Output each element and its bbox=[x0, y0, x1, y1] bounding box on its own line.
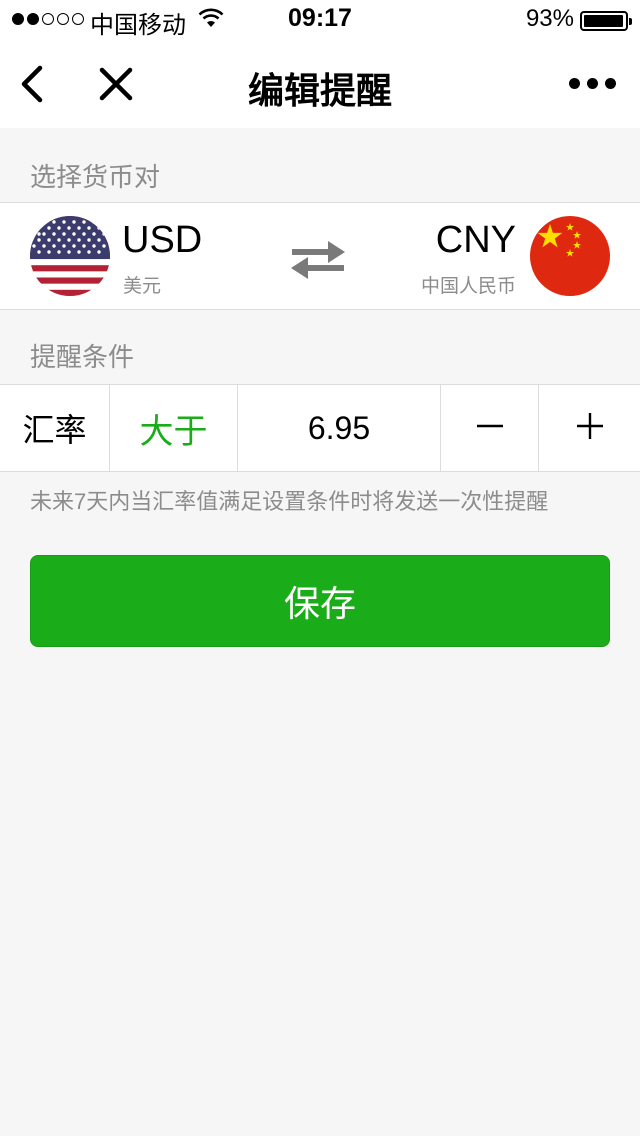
swap-arrows-icon[interactable] bbox=[290, 239, 346, 279]
navigation-bar: 编辑提醒 bbox=[0, 40, 640, 128]
pair-section-label: 选择货币对 bbox=[30, 162, 161, 192]
operator-selector[interactable]: 大于 bbox=[110, 385, 238, 471]
page-title: 编辑提醒 bbox=[247, 70, 392, 111]
currency-pair-row: USD 美元 CNY 中国人民币 bbox=[0, 202, 640, 310]
save-button[interactable]: 保存 bbox=[30, 555, 610, 647]
from-currency-name: 美元 bbox=[123, 276, 162, 297]
increment-button[interactable] bbox=[539, 385, 640, 471]
to-currency-name: 中国人民币 bbox=[420, 276, 516, 297]
battery-percentage: 93% bbox=[525, 5, 574, 32]
plus-icon bbox=[575, 411, 605, 446]
from-currency-code[interactable]: USD bbox=[122, 219, 202, 262]
to-currency-code[interactable]: CNY bbox=[436, 219, 516, 262]
threshold-value-input[interactable]: 6.95 bbox=[238, 385, 441, 471]
decrement-button[interactable] bbox=[441, 385, 539, 471]
condition-row: 汇率 大于 6.95 bbox=[0, 384, 640, 472]
condition-section-label: 提醒条件 bbox=[30, 342, 135, 372]
more-dots-icon[interactable] bbox=[569, 78, 616, 89]
china-flag-icon[interactable] bbox=[530, 216, 610, 296]
battery-icon bbox=[580, 11, 632, 31]
minus-icon bbox=[475, 411, 505, 446]
us-flag-icon[interactable] bbox=[30, 216, 110, 296]
hint-text: 未来7天内当汇率值满足设置条件时将发送一次性提醒 bbox=[30, 489, 549, 514]
metric-label[interactable]: 汇率 bbox=[0, 385, 110, 471]
status-bar: 中国移动 09:17 93% bbox=[0, 0, 640, 40]
